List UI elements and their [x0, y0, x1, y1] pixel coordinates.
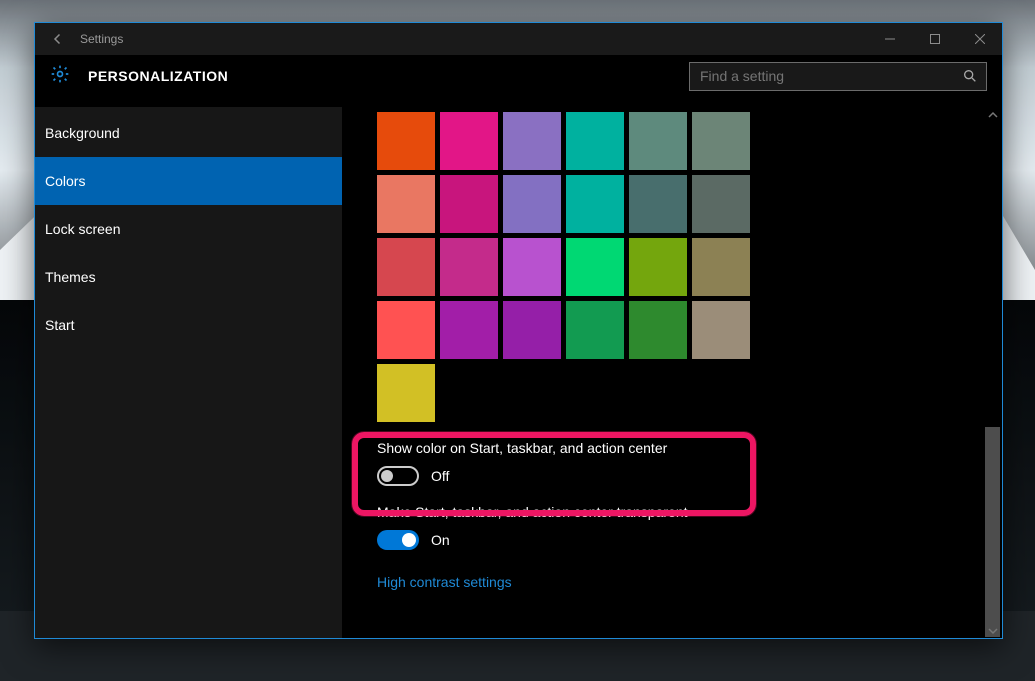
color-swatch[interactable]	[503, 301, 561, 359]
minimize-icon	[885, 34, 895, 44]
color-swatch[interactable]	[566, 112, 624, 170]
search-box[interactable]	[689, 62, 987, 91]
minimize-button[interactable]	[867, 23, 912, 55]
search-input[interactable]	[698, 67, 962, 85]
option-transparent: Make Start, taskbar, and action center t…	[377, 504, 942, 550]
close-icon	[975, 34, 985, 44]
color-swatch[interactable]	[629, 238, 687, 296]
sidebar-item-colors[interactable]: Colors	[35, 157, 342, 205]
search-icon	[962, 68, 978, 84]
window-title: Settings	[80, 32, 123, 46]
back-button[interactable]	[35, 23, 80, 55]
toggle-state-label: On	[431, 532, 450, 548]
color-swatch[interactable]	[377, 238, 435, 296]
color-swatch[interactable]	[377, 112, 435, 170]
color-swatch-grid	[377, 112, 762, 422]
color-swatch[interactable]	[377, 175, 435, 233]
toggle-transparent[interactable]	[377, 530, 419, 550]
section-title: PERSONALIZATION	[88, 68, 228, 84]
color-swatch[interactable]	[692, 112, 750, 170]
color-swatch[interactable]	[629, 112, 687, 170]
color-swatch[interactable]	[440, 112, 498, 170]
sidebar-item-label: Themes	[45, 269, 96, 285]
color-swatch[interactable]	[566, 301, 624, 359]
sidebar-item-label: Background	[45, 125, 120, 141]
color-swatch[interactable]	[377, 364, 435, 422]
color-swatch[interactable]	[566, 238, 624, 296]
sidebar: Background Colors Lock screen Themes Sta…	[35, 107, 342, 638]
option-show-color: Show color on Start, taskbar, and action…	[377, 440, 942, 486]
color-swatch[interactable]	[692, 301, 750, 359]
option-label: Make Start, taskbar, and action center t…	[377, 504, 942, 520]
toggle-state-label: Off	[431, 468, 449, 484]
color-swatch[interactable]	[440, 238, 498, 296]
color-swatch[interactable]	[503, 238, 561, 296]
color-swatch[interactable]	[629, 175, 687, 233]
sidebar-item-label: Lock screen	[45, 221, 120, 237]
option-label: Show color on Start, taskbar, and action…	[377, 440, 942, 456]
color-swatch[interactable]	[440, 175, 498, 233]
arrow-left-icon	[49, 30, 67, 48]
color-swatch[interactable]	[377, 301, 435, 359]
color-swatch[interactable]	[503, 175, 561, 233]
header: PERSONALIZATION	[35, 55, 1002, 107]
high-contrast-link[interactable]: High contrast settings	[377, 574, 942, 590]
toggle-show-color[interactable]	[377, 466, 419, 486]
color-swatch[interactable]	[440, 301, 498, 359]
content-pane: Show color on Start, taskbar, and action…	[342, 107, 1002, 638]
color-swatch[interactable]	[692, 175, 750, 233]
sidebar-item-background[interactable]: Background	[35, 109, 342, 157]
color-swatch[interactable]	[503, 112, 561, 170]
color-swatch[interactable]	[692, 238, 750, 296]
close-button[interactable]	[957, 23, 1002, 55]
sidebar-item-label: Colors	[45, 173, 85, 189]
maximize-icon	[930, 34, 940, 44]
gear-icon	[50, 64, 70, 89]
settings-window: Settings PERSONALIZATION Background Colo…	[34, 22, 1003, 639]
maximize-button[interactable]	[912, 23, 957, 55]
titlebar: Settings	[35, 23, 1002, 55]
sidebar-item-label: Start	[45, 317, 75, 333]
sidebar-item-themes[interactable]: Themes	[35, 253, 342, 301]
sidebar-item-lock-screen[interactable]: Lock screen	[35, 205, 342, 253]
color-swatch[interactable]	[566, 175, 624, 233]
color-swatch[interactable]	[629, 301, 687, 359]
sidebar-item-start[interactable]: Start	[35, 301, 342, 349]
